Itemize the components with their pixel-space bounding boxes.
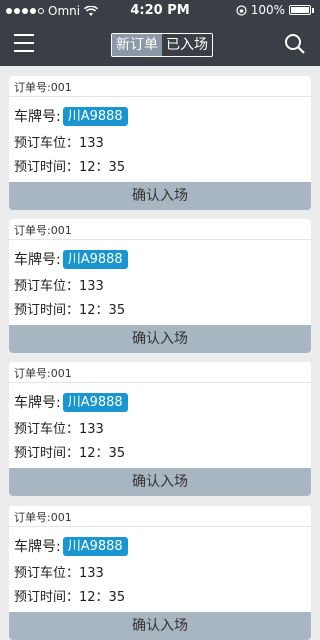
- order-card: 订单号:001 车牌号: 川A9888 预订车位：133 预订时间：12：35 …: [9, 362, 311, 496]
- divider: [9, 382, 311, 383]
- plate-label: 车牌号:: [14, 539, 61, 555]
- plate-label: 车牌号:: [14, 109, 61, 125]
- confirm-entry-button[interactable]: 确认入场: [9, 612, 311, 640]
- tab-new-orders[interactable]: 新订单: [112, 34, 162, 56]
- tab-entered[interactable]: 已入场: [162, 34, 212, 56]
- reserved-time: 预订时间：12：35: [14, 590, 126, 605]
- order-card: 订单号:001 车牌号: 川A9888 预订车位：133 预订时间：12：35 …: [9, 506, 311, 640]
- divider: [9, 96, 311, 97]
- plate-row: 车牌号: 川A9888: [14, 536, 128, 556]
- battery-percent: 100%: [250, 3, 285, 17]
- order-card: 订单号:001 车牌号: 川A9888 预订车位：133 预订时间：12：35 …: [9, 219, 311, 353]
- orientation-lock-icon: [236, 4, 247, 16]
- reserved-time: 预订时间：12：35: [14, 303, 126, 318]
- order-number: 订单号:001: [14, 81, 72, 94]
- divider: [9, 526, 311, 527]
- reserved-time: 预订时间：12：35: [14, 160, 126, 175]
- battery-icon: [289, 5, 311, 15]
- status-bar: Omni 4:20 PM 100%: [0, 0, 320, 22]
- plate-row: 车牌号: 川A9888: [14, 249, 128, 269]
- order-card: 订单号:001 车牌号: 川A9888 预订车位：133 预订时间：12：35 …: [9, 76, 311, 210]
- plate-badge: 川A9888: [62, 106, 128, 126]
- nav-bar: 新订单 已入场: [0, 22, 320, 66]
- plate-row: 车牌号: 川A9888: [14, 392, 128, 412]
- plate-badge: 川A9888: [62, 392, 128, 412]
- reserved-space: 预订车位：133: [14, 422, 104, 437]
- reserved-space: 预订车位：133: [14, 279, 104, 294]
- menu-icon: [14, 34, 34, 36]
- reserved-time: 预订时间：12：35: [14, 446, 126, 461]
- plate-row: 车牌号: 川A9888: [14, 106, 128, 126]
- reserved-space: 预订车位：133: [14, 566, 104, 581]
- search-icon[interactable]: [284, 33, 306, 55]
- order-number: 订单号:001: [14, 367, 72, 380]
- battery-tip: [312, 7, 314, 13]
- order-number: 订单号:001: [14, 511, 72, 524]
- order-number: 订单号:001: [14, 224, 72, 237]
- divider: [9, 239, 311, 240]
- menu-button[interactable]: [14, 34, 34, 52]
- plate-badge: 川A9888: [62, 536, 128, 556]
- reserved-space: 预订车位：133: [14, 136, 104, 151]
- confirm-entry-button[interactable]: 确认入场: [9, 468, 311, 496]
- order-tabs: 新订单 已入场: [111, 33, 213, 57]
- plate-label: 车牌号:: [14, 395, 61, 411]
- plate-badge: 川A9888: [62, 249, 128, 269]
- confirm-entry-button[interactable]: 确认入场: [9, 182, 311, 210]
- plate-label: 车牌号:: [14, 252, 61, 268]
- battery-group: 100%: [236, 3, 314, 17]
- confirm-entry-button[interactable]: 确认入场: [9, 325, 311, 353]
